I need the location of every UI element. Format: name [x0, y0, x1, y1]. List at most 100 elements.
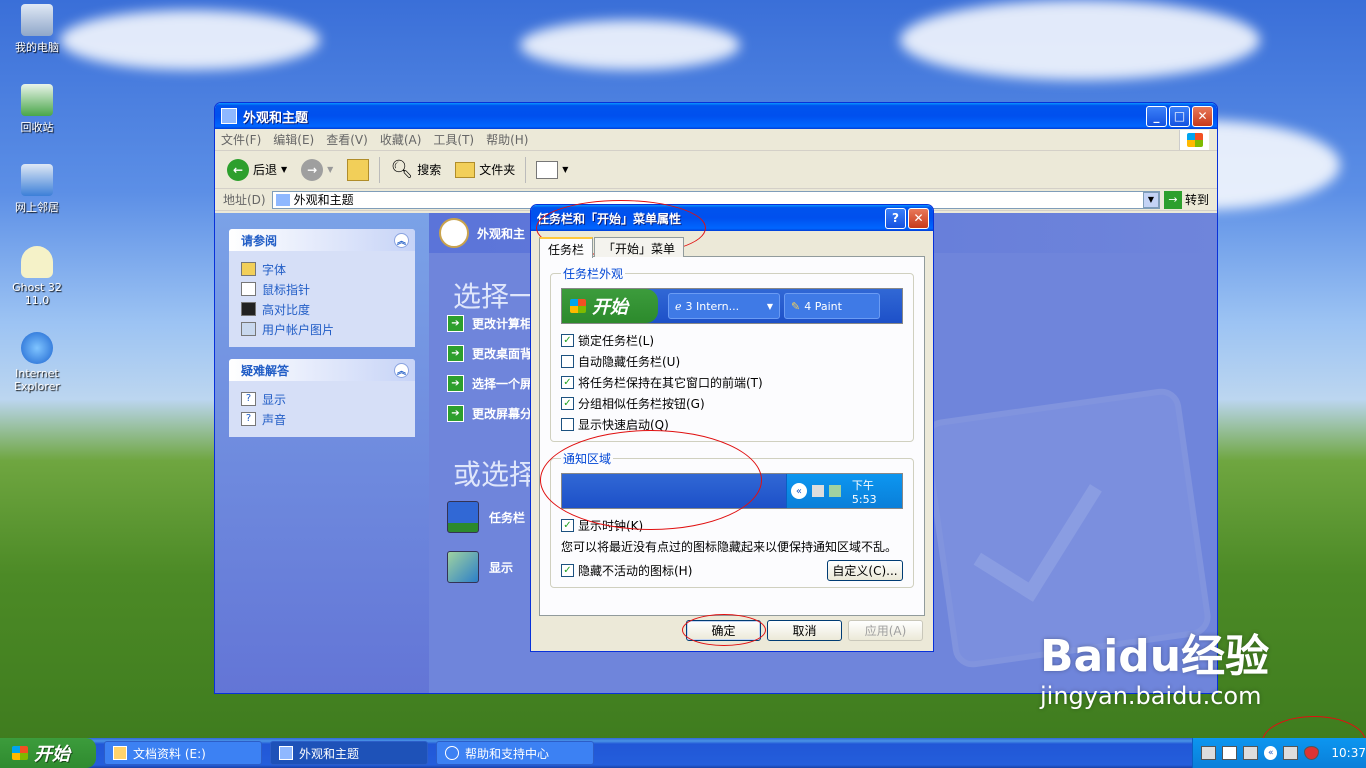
- internet-explorer-icon: [21, 332, 53, 364]
- baidu-brand: Baidu经验: [1040, 631, 1270, 682]
- dropdown-icon[interactable]: ▼: [327, 165, 333, 174]
- taskbar-item-help[interactable]: 帮助和支持中心: [436, 741, 594, 765]
- control-panel-display[interactable]: 显示: [447, 551, 513, 583]
- address-dropdown-icon[interactable]: ▼: [1142, 191, 1159, 208]
- dialog-titlebar[interactable]: 任务栏和「开始」菜单属性 ? ✕: [531, 205, 933, 231]
- security-shield-icon[interactable]: [1304, 746, 1320, 760]
- tray-preview: « 下午 5:53: [561, 473, 903, 509]
- link-label: 声音: [262, 412, 287, 427]
- task-link[interactable]: ➔ 更改屏幕分: [447, 405, 532, 422]
- menu-tools[interactable]: 工具(T): [427, 131, 480, 148]
- back-button[interactable]: ← 后退 ▼: [223, 157, 291, 183]
- apply-button[interactable]: 应用(A): [848, 620, 923, 641]
- forward-button[interactable]: → ▼: [297, 157, 337, 183]
- link-mouse-pointers[interactable]: 鼠标指针: [241, 279, 403, 299]
- expand-chevron-icon[interactable]: «: [1264, 746, 1278, 760]
- link-high-contrast[interactable]: 高对比度: [241, 299, 403, 319]
- keyboard-tray-icon[interactable]: [1201, 746, 1217, 760]
- task-link[interactable]: ➔ 选择一个屏: [447, 375, 532, 392]
- desktop-icon-ghost[interactable]: Ghost 32 11.0: [6, 246, 68, 307]
- folder-icon: [113, 746, 127, 760]
- link-account-picture[interactable]: 用户帐户图片: [241, 319, 403, 339]
- checkbox[interactable]: ✓: [561, 397, 574, 410]
- show-clock-checkbox[interactable]: ✓ 显示时钟(K): [561, 515, 903, 536]
- checkbox[interactable]: [561, 355, 574, 368]
- close-button[interactable]: ✕: [1192, 105, 1213, 127]
- maximize-button[interactable]: □: [1169, 105, 1190, 127]
- menu-help[interactable]: 帮助(H): [480, 131, 534, 148]
- arrow-icon: ➔: [447, 315, 464, 332]
- checkbox-label: 分组相似任务栏按钮(G): [578, 397, 705, 411]
- customize-button[interactable]: 自定义(C)...: [827, 560, 903, 581]
- link-display[interactable]: ? 显示: [241, 389, 403, 409]
- ok-button[interactable]: 确定: [686, 620, 761, 641]
- tab-start-menu[interactable]: 「开始」菜单: [594, 237, 685, 257]
- task-link[interactable]: ➔ 更改桌面背: [447, 345, 532, 362]
- task-label: 更改屏幕分: [472, 407, 533, 421]
- help-button[interactable]: ?: [885, 207, 906, 229]
- auto-hide-checkbox[interactable]: 自动隐藏任务栏(U): [561, 351, 903, 372]
- views-button[interactable]: ▼: [532, 159, 572, 181]
- menu-file[interactable]: 文件(F): [215, 131, 267, 148]
- search-button[interactable]: 🔍︎ 搜索: [386, 157, 445, 182]
- link-fonts[interactable]: 字体: [241, 259, 403, 279]
- menu-edit[interactable]: 编辑(E): [267, 131, 320, 148]
- start-label: 开始: [34, 744, 70, 765]
- control-panel-taskbar[interactable]: 任务栏: [447, 501, 525, 533]
- see-also-panel: 请参阅 ︽ 字体 鼠标指针 高对比度 用户帐户图片: [229, 229, 415, 347]
- checkbox-label: 显示时钟(K): [578, 519, 644, 533]
- group-buttons-checkbox[interactable]: ✓ 分组相似任务栏按钮(G): [561, 393, 903, 414]
- up-button[interactable]: [343, 157, 373, 183]
- go-button[interactable]: → 转到: [1160, 190, 1217, 209]
- windows-flag-icon: [1186, 133, 1203, 147]
- checkbox[interactable]: ✓: [561, 519, 574, 532]
- keep-on-top-checkbox[interactable]: ✓ 将任务栏保持在其它窗口的前端(T): [561, 372, 903, 393]
- menu-favorites[interactable]: 收藏(A): [374, 131, 428, 148]
- go-label: 转到: [1184, 193, 1209, 207]
- task-link[interactable]: ➔ 更改计算相: [447, 315, 532, 332]
- network-tray-icon[interactable]: [1243, 746, 1259, 760]
- desktop-icon-recycle-bin[interactable]: 回收站: [6, 84, 68, 135]
- collapse-chevron-icon[interactable]: ︽: [394, 232, 409, 248]
- start-button[interactable]: 开始: [0, 738, 96, 768]
- desktop-icon-label: 网上邻居: [15, 201, 59, 214]
- taskbar-clock[interactable]: 10:37: [1331, 746, 1366, 760]
- tab-taskbar[interactable]: 任务栏: [539, 237, 594, 258]
- desktop-icon-my-computer[interactable]: 我的电脑: [6, 4, 68, 55]
- hide-inactive-checkbox[interactable]: ✓ 隐藏不活动的图标(H): [561, 560, 692, 581]
- dropdown-icon[interactable]: ▼: [281, 165, 287, 174]
- troubleshoot-header[interactable]: 疑难解答 ︽: [229, 359, 415, 381]
- see-also-header[interactable]: 请参阅 ︽: [229, 229, 415, 251]
- checkbox[interactable]: ✓: [561, 564, 574, 577]
- dropdown-icon: ▼: [766, 301, 773, 311]
- taskbar-item-documents[interactable]: 文档资料 (E:): [104, 741, 262, 765]
- windows-logo: [1179, 130, 1209, 150]
- preview-item-label: 4 Paint: [804, 299, 842, 313]
- desktop-icon-ie[interactable]: Internet Explorer: [6, 332, 68, 393]
- toolbar: ← 后退 ▼ → ▼ 🔍︎ 搜索 文件夹 ▼: [215, 151, 1217, 189]
- vm-tray-icon[interactable]: [1283, 746, 1299, 760]
- folders-icon: [455, 161, 476, 178]
- cancel-button[interactable]: 取消: [767, 620, 842, 641]
- folder-icon: [279, 746, 293, 760]
- mouse-icon: [241, 282, 256, 296]
- close-button[interactable]: ✕: [908, 207, 929, 229]
- help-tray-icon[interactable]: [1222, 746, 1238, 760]
- minimize-button[interactable]: _: [1146, 105, 1167, 127]
- quick-launch-checkbox[interactable]: 显示快速启动(Q): [561, 414, 903, 435]
- folders-button[interactable]: 文件夹: [451, 159, 519, 180]
- task-label: 选择一个屏: [472, 377, 533, 391]
- collapse-chevron-icon[interactable]: ︽: [394, 362, 409, 378]
- checkbox[interactable]: ✓: [561, 376, 574, 389]
- link-label: 鼠标指针: [262, 282, 311, 297]
- taskbar-item-appearance[interactable]: 外观和主题: [270, 741, 428, 765]
- menu-view[interactable]: 查看(V): [320, 131, 374, 148]
- troubleshoot-panel: 疑难解答 ︽ ? 显示 ? 声音: [229, 359, 415, 437]
- link-sound[interactable]: ? 声音: [241, 409, 403, 429]
- help-icon: [445, 746, 459, 760]
- checkbox[interactable]: ✓: [561, 334, 574, 347]
- desktop-icon-network[interactable]: 网上邻居: [6, 164, 68, 215]
- lock-taskbar-checkbox[interactable]: ✓ 锁定任务栏(L): [561, 330, 903, 351]
- explorer-titlebar[interactable]: 外观和主题 _ □ ✕: [215, 103, 1217, 129]
- checkbox[interactable]: [561, 418, 574, 431]
